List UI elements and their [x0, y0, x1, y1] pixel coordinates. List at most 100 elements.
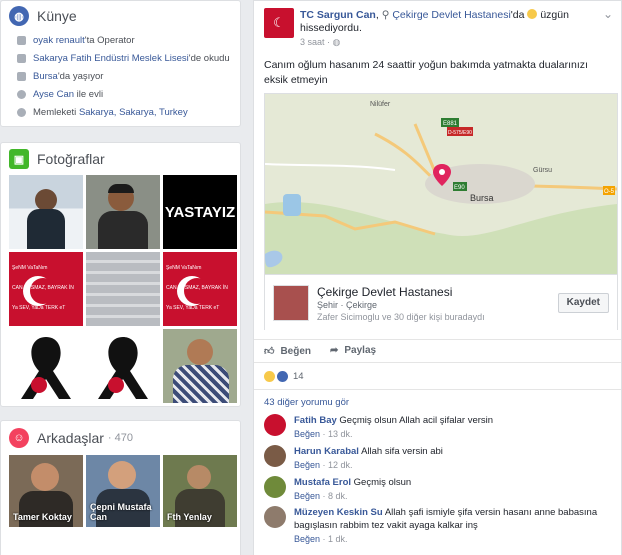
comment-text: Allah sifa versin abi [361, 446, 443, 457]
divider [254, 389, 621, 390]
photo-tile[interactable] [86, 329, 160, 403]
photo-tile[interactable]: ŞeNM VaTaNım CAN SUSMAZ, BAYRAK İN Ya SE… [9, 252, 83, 326]
place-thumbnail[interactable] [273, 285, 309, 321]
comment-text: Geçmiş olsun [353, 477, 412, 488]
more-comments-link[interactable]: 43 diğer yorumu gör [264, 397, 349, 408]
photo-tile[interactable] [9, 329, 83, 403]
photo-tile[interactable] [163, 329, 237, 403]
comment-like-link[interactable]: Beğen [294, 460, 320, 470]
comment-time[interactable]: 13 dk. [328, 429, 353, 439]
map-road-label: D-575/E90 [448, 130, 472, 136]
relationship-row: Ayse Can ile evli [1, 85, 240, 103]
friend-name: Çepni Mustafa Can [90, 502, 152, 523]
feeling-text-line2: hissediyordu. [300, 22, 362, 34]
home-link[interactable]: Bursa [33, 71, 58, 82]
comment-time[interactable]: 8 dk. [328, 491, 348, 501]
comment: Müzeyen Keskin Su Allah şafi ismiyle şif… [264, 506, 611, 544]
photo-tile[interactable] [86, 252, 160, 326]
save-button[interactable]: Kaydet [557, 293, 609, 313]
checkin-others[interactable]: 30 diğer kişi [394, 312, 442, 322]
post-options-icon[interactable]: ⌄ [603, 7, 613, 21]
hometown-row: Memleketi Sakarya, Sakarya, Turkey [1, 103, 240, 121]
like-button[interactable]: 👍︎ Beğen [264, 345, 312, 358]
comment-like-link[interactable]: Beğen [294, 429, 320, 439]
commenter-name[interactable]: Müzeyen Keskin Su [294, 507, 383, 518]
comment-time[interactable]: 12 dk. [328, 460, 353, 470]
work-link[interactable]: oyak renault [33, 35, 85, 46]
commenter-avatar[interactable] [264, 506, 286, 528]
commenter-name[interactable]: Mustafa Erol [294, 477, 351, 488]
hometown-link[interactable]: Sakarya, Sakarya, Turkey [79, 107, 188, 118]
share-button[interactable]: ➦ Paylaş [330, 345, 376, 356]
place-checkins: Zafer Sicimoglu ve 30 diğer kişi buraday… [317, 312, 485, 322]
comment-like-link[interactable]: Beğen [294, 534, 320, 544]
place-card: Çekirge Devlet Hastanesi Şehir · Çekirge… [265, 274, 617, 330]
checkin-suffix: buradaydı [442, 312, 485, 322]
post-header-text: TC Sargun Can, ⚲ Çekirge Devlet Hastanes… [300, 9, 600, 35]
friend-tile[interactable]: Çepni Mustafa Can [86, 455, 160, 527]
kunye-card: ◍ Künye oyak renault'ta Operator Sakarya… [0, 0, 241, 127]
photos-header[interactable]: ▣ Fotoğraflar [1, 143, 240, 175]
friend-tile[interactable]: Tamer Koktay [9, 455, 83, 527]
commenter-avatar[interactable] [264, 445, 286, 467]
home-text: 'da yaşıyor [57, 70, 104, 82]
map-label-town: Gürsu [533, 167, 552, 174]
comment-time[interactable]: 1 dk. [328, 534, 348, 544]
friend-name: Tamer Koktay [13, 512, 72, 523]
friend-tile[interactable]: Fth Yenlay [163, 455, 237, 527]
friends-card: ☺ Arkadaşlar · 470 Tamer Koktay Çepni Mu… [0, 420, 241, 555]
photo-icon: ▣ [9, 149, 29, 169]
like-label: Beğen [280, 345, 312, 357]
checkin-friend[interactable]: Zafer Sicimoglu [317, 312, 380, 322]
heart-icon [17, 89, 26, 99]
reactions-summary[interactable]: 14 [264, 371, 304, 382]
school-row: Sakarya Fatih Endüstri Meslek Lisesi'de … [1, 49, 240, 67]
mourning-ribbon-icon [98, 337, 148, 399]
friends-count: · 470 [107, 432, 133, 444]
author-link[interactable]: TC Sargun Can [300, 9, 376, 21]
friends-grid: Tamer Koktay Çepni Mustafa Can Fth Yenla… [1, 455, 240, 527]
post-avatar[interactable]: ☾ [264, 8, 294, 38]
location-pin-icon: ⚲ [381, 9, 390, 21]
post-body: Canım oğlum hasanım 24 saattir yoğun bak… [264, 59, 588, 86]
hometown-text: Memleketi [33, 106, 79, 118]
place-suffix: 'da [510, 9, 525, 21]
map-card[interactable]: Nilüfer Bursa Gürsu E881 D-575/E90 E90 O… [264, 93, 618, 330]
place-category: Şehir · Çekirge [317, 300, 378, 310]
comment-like-link[interactable]: Beğen [294, 491, 320, 501]
photo-tile[interactable]: YASTAYIZ [163, 175, 237, 249]
crescent-star-icon: ☾ [273, 15, 285, 30]
place-link[interactable]: Çekirge Devlet Hastanesi [392, 9, 510, 21]
friends-icon: ☺ [9, 428, 29, 448]
location-icon [17, 107, 26, 117]
photo-tile[interactable] [9, 175, 83, 249]
place-name[interactable]: Çekirge Devlet Hastanesi [317, 285, 452, 299]
home-row: Bursa'da yaşıyor [1, 67, 240, 85]
friends-title: Arkadaşlar [37, 430, 104, 446]
feeling-text: üzgün [540, 9, 569, 21]
work-text: 'ta Operator [84, 34, 135, 46]
commenter-avatar[interactable] [264, 414, 286, 436]
commenter-avatar[interactable] [264, 476, 286, 498]
work-row: oyak renault'ta Operator [1, 31, 240, 49]
school-text: 'de okudu [188, 52, 230, 64]
spouse-link[interactable]: Ayse Can [33, 89, 74, 100]
map-view[interactable]: Nilüfer Bursa Gürsu E881 D-575/E90 E90 O… [265, 94, 617, 274]
post-card: ☾ TC Sargun Can, ⚲ Çekirge Devlet Hastan… [253, 0, 622, 555]
kunye-list: oyak renault'ta Operator Sakarya Fatih E… [1, 31, 240, 121]
comment: Mustafa Erol Geçmiş olsun Beğen · 8 dk. [264, 476, 611, 501]
commenter-name[interactable]: Fatih Bay [294, 415, 337, 426]
photo-tile[interactable]: ŞeNM VaTaNım CAN SUSMAZ, BAYRAK İN Ya SE… [163, 252, 237, 326]
kunye-title: Künye [37, 8, 77, 24]
photo-tile[interactable] [86, 175, 160, 249]
like-reaction-icon [277, 371, 288, 382]
divider [254, 339, 621, 340]
share-arrow-icon: ➦ [330, 345, 339, 356]
commenter-name[interactable]: Harun Karabal [294, 446, 359, 457]
home-icon [17, 71, 26, 81]
post-time[interactable]: 3 saat [300, 37, 325, 47]
friends-header[interactable]: ☺ Arkadaşlar · 470 [1, 421, 240, 455]
photos-title: Fotoğraflar [37, 151, 105, 167]
school-link[interactable]: Sakarya Fatih Endüstri Meslek Lisesi [33, 53, 189, 64]
briefcase-icon [17, 35, 26, 45]
